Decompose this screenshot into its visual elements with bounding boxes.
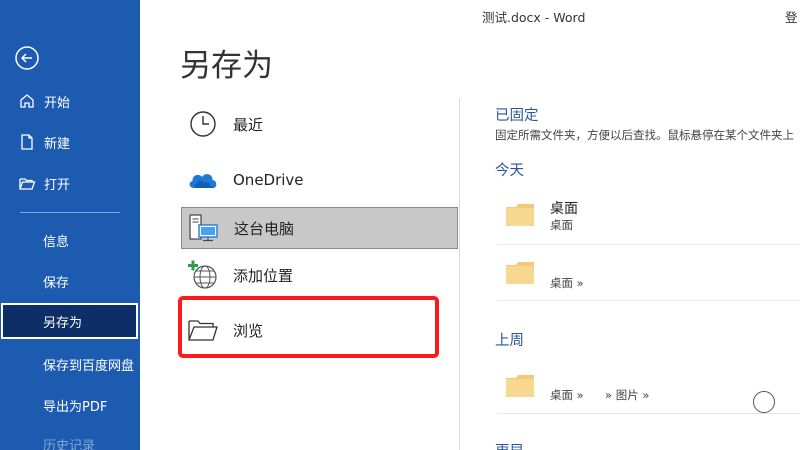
browse-folder-icon xyxy=(187,314,219,346)
location-label: 添加位置 xyxy=(233,266,294,285)
row-separator xyxy=(497,413,800,414)
recent-folder-row[interactable]: 桌面 桌面 xyxy=(497,188,800,244)
folder-path: 桌面 xyxy=(550,218,573,232)
folder-icon xyxy=(506,262,534,284)
sign-in-link[interactable]: 登 xyxy=(785,7,798,26)
back-arrow-icon[interactable] xyxy=(14,45,40,71)
last-week-section-title: 上周 xyxy=(495,333,524,349)
sidebar-item-info[interactable]: 信息 xyxy=(0,222,140,258)
mouse-cursor-ring xyxy=(753,391,775,413)
pinned-description: 固定所需文件夹，方便以后查找。鼠标悬停在某个文件夹上 xyxy=(495,128,794,142)
today-section-title: 今天 xyxy=(495,163,524,179)
sidebar-item-open[interactable]: 打开 xyxy=(0,165,140,201)
window-title: 测试.docx - Word xyxy=(482,10,586,25)
new-document-icon xyxy=(18,133,36,151)
clock-icon xyxy=(187,108,219,140)
folder-icon xyxy=(506,204,534,226)
folder-path-segment: » 图片 » xyxy=(605,388,650,402)
sidebar-item-export-pdf[interactable]: 导出为PDF xyxy=(0,387,140,423)
sidebar-item-label: 保存 xyxy=(43,275,70,291)
recent-folder-row[interactable]: 桌面 » xyxy=(497,245,800,300)
location-recent[interactable]: 最近 xyxy=(181,103,458,145)
sidebar-item-label: 导出为PDF xyxy=(43,399,108,415)
folder-icon xyxy=(506,375,534,397)
add-location-globe-icon xyxy=(187,259,219,291)
page-title: 另存为 xyxy=(180,48,273,84)
sidebar-item-history[interactable]: 历史记录 xyxy=(0,426,140,450)
pinned-section-title: 已固定 xyxy=(495,108,539,124)
location-label: 最近 xyxy=(233,115,264,134)
sidebar-item-label: 保存到百度网盘 xyxy=(43,358,135,374)
open-folder-icon xyxy=(18,174,36,192)
onedrive-cloud-icon xyxy=(187,164,219,196)
sidebar-item-label: 打开 xyxy=(44,177,71,193)
location-onedrive[interactable]: OneDrive xyxy=(181,159,458,201)
location-label: OneDrive xyxy=(233,171,304,189)
folder-path: 桌面 » xyxy=(550,276,584,290)
panel-divider xyxy=(459,98,460,450)
home-icon xyxy=(18,92,36,110)
location-add-place[interactable]: 添加位置 xyxy=(181,254,458,296)
location-label: 这台电脑 xyxy=(234,219,295,238)
location-this-pc[interactable]: 这台电脑 xyxy=(181,207,458,249)
sidebar-item-new[interactable]: 新建 xyxy=(0,124,140,160)
folder-path: 桌面 » xyxy=(550,388,584,402)
folder-name: 桌面 xyxy=(550,201,578,217)
sidebar-item-save-to-baidu[interactable]: 保存到百度网盘 xyxy=(0,346,140,382)
sidebar-item-home[interactable]: 开始 xyxy=(0,83,140,119)
sidebar-divider xyxy=(20,212,120,213)
sidebar-item-label: 开始 xyxy=(44,95,71,111)
location-label: 浏览 xyxy=(233,321,264,340)
this-pc-icon xyxy=(188,212,220,244)
older-section-title: 更早 xyxy=(495,440,524,450)
sidebar-item-label: 另存为 xyxy=(43,315,83,331)
sidebar-item-label: 信息 xyxy=(43,234,70,250)
row-separator xyxy=(497,300,800,301)
sidebar-item-label: 历史记录 xyxy=(43,438,96,450)
sidebar-item-label: 新建 xyxy=(44,136,71,152)
backstage-sidebar: 开始 新建 打开 信息 保存 另存为 保存到百度网盘 导出为PDF 历史记录 xyxy=(0,0,140,450)
sidebar-item-save-as[interactable]: 另存为 xyxy=(1,303,138,339)
sidebar-item-save[interactable]: 保存 xyxy=(0,263,140,299)
location-browse[interactable]: 浏览 xyxy=(181,309,458,351)
